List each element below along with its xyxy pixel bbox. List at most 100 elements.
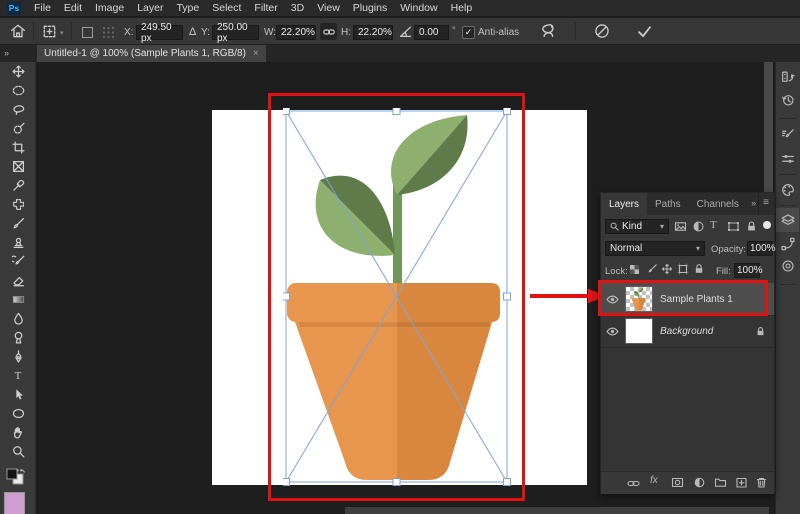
filter-smart-objects-icon[interactable] [745,220,758,233]
history-brush-tool[interactable] [0,252,36,271]
menu-select[interactable]: Select [212,2,241,14]
warp-mode-icon[interactable] [540,23,557,40]
delete-layer-icon[interactable] [755,476,768,489]
rotation-input[interactable]: 0.00 [414,25,449,40]
annotation-arrow [528,287,608,305]
menu-edit[interactable]: Edit [64,2,82,14]
visibility-eye-icon[interactable] [601,325,623,338]
new-layer-icon[interactable] [735,476,748,489]
brushes-icon[interactable] [781,152,795,166]
maintain-aspect-ratio-icon[interactable] [320,23,337,40]
panel-menu-icon[interactable]: ≡ [758,193,774,215]
free-transform-icon[interactable] [42,24,57,39]
horizontal-scrollbar[interactable] [345,507,769,514]
vertical-scrollbar[interactable] [764,62,773,192]
foreground-color-swatch[interactable] [4,492,25,514]
default-colors-icon[interactable] [5,468,27,493]
menu-3d[interactable]: 3D [291,2,304,14]
add-layer-mask-icon[interactable] [671,476,684,489]
brush-tool[interactable] [0,214,36,233]
crop-tool[interactable] [0,138,36,157]
strip-separator [779,118,797,119]
color-icon[interactable] [781,183,795,197]
clone-stamp-tool[interactable] [0,233,36,252]
lock-position-icon[interactable] [661,263,673,275]
move-tool[interactable] [0,62,36,81]
layer-name[interactable]: Background [660,326,713,337]
dodge-tool[interactable] [0,328,36,347]
relative-position-icon[interactable]: Δ [189,26,196,38]
brush-settings-icon[interactable] [781,128,795,142]
home-icon[interactable] [10,23,26,39]
commit-transform-icon[interactable] [636,23,653,40]
annotation-rectangle-layer [598,280,768,316]
properties-icon[interactable] [781,70,795,84]
history-icon[interactable] [781,93,795,107]
eyedropper-tool[interactable] [0,176,36,195]
eraser-tool[interactable] [0,271,36,290]
filter-kind-select[interactable]: Kind ▾ [605,219,669,234]
lock-all-icon[interactable] [693,263,705,275]
document-tab[interactable]: Untitled-1 @ 100% (Sample Plants 1, RGB/… [37,45,266,62]
blend-mode-value: Normal [610,243,642,254]
layers-panel-icon[interactable] [781,213,795,227]
menu-layer[interactable]: Layer [137,2,163,14]
channels-panel-icon[interactable] [781,259,795,273]
layer-row-background[interactable]: Background [601,315,774,348]
photoshop-window: Ps File Edit Image Layer Type Select Fil… [0,0,800,514]
menu-view[interactable]: View [317,2,340,14]
reference-point-icon[interactable] [82,27,93,38]
cancel-transform-icon[interactable] [594,23,610,39]
lock-artboard-icon[interactable] [677,263,689,275]
filter-adjustment-layers-icon[interactable] [692,220,705,233]
hand-tool[interactable] [0,423,36,442]
tool-bar: T ••• [0,62,36,514]
panel-collapse-icon[interactable]: » [751,193,758,215]
transform-presets-chevron-icon[interactable]: ▾ [60,29,64,37]
opacity-input[interactable]: 100% [747,241,773,256]
layer-style-fx-icon[interactable]: fx [650,475,658,486]
blur-tool[interactable] [0,309,36,328]
marquee-tool[interactable] [0,81,36,100]
tab-channels[interactable]: Channels [689,193,747,215]
shape-tool[interactable] [0,404,36,423]
filter-toggle[interactable] [763,221,771,229]
new-group-icon[interactable] [714,476,727,489]
menu-help[interactable]: Help [451,2,473,14]
type-tool[interactable]: T [0,366,36,385]
filter-pixel-layers-icon[interactable] [674,220,687,233]
filter-shape-layers-icon[interactable] [727,220,740,233]
menu-plugins[interactable]: Plugins [353,2,387,14]
frame-tool[interactable] [0,157,36,176]
y-position-input[interactable]: 250.00 px [212,25,259,40]
tab-layers[interactable]: Layers [601,193,647,215]
lock-transparency-icon[interactable] [629,264,640,275]
x-position-input[interactable]: 249.50 px [136,25,183,40]
tab-paths[interactable]: Paths [647,193,689,215]
path-selection-tool[interactable] [0,385,36,404]
height-input[interactable]: 22.20% [353,25,393,40]
filter-type-layers-icon[interactable]: T [710,219,717,231]
menu-type[interactable]: Type [176,2,199,14]
link-layers-icon[interactable] [627,477,640,490]
menu-file[interactable]: File [34,2,51,14]
object-selection-tool[interactable] [0,119,36,138]
new-adjustment-layer-icon[interactable] [693,476,706,489]
menu-filter[interactable]: Filter [254,2,277,14]
healing-brush-tool[interactable] [0,195,36,214]
width-input[interactable]: 22.20% [276,25,316,40]
tab-close-icon[interactable]: × [253,48,259,59]
layer-thumbnail[interactable] [625,318,653,344]
pen-tool[interactable] [0,347,36,366]
paths-panel-icon[interactable] [781,237,795,251]
fill-input[interactable]: 100% [734,263,760,278]
toolbar-collapse-icon[interactable]: » [4,48,8,58]
lock-image-icon[interactable] [646,263,658,275]
anti-alias-checkbox[interactable]: ✓ [462,26,475,39]
lasso-tool[interactable] [0,100,36,119]
menu-image[interactable]: Image [95,2,124,14]
blend-mode-select[interactable]: Normal ▾ [605,241,705,256]
zoom-tool[interactable] [0,442,36,461]
gradient-tool[interactable] [0,290,36,309]
menu-window[interactable]: Window [400,2,437,14]
